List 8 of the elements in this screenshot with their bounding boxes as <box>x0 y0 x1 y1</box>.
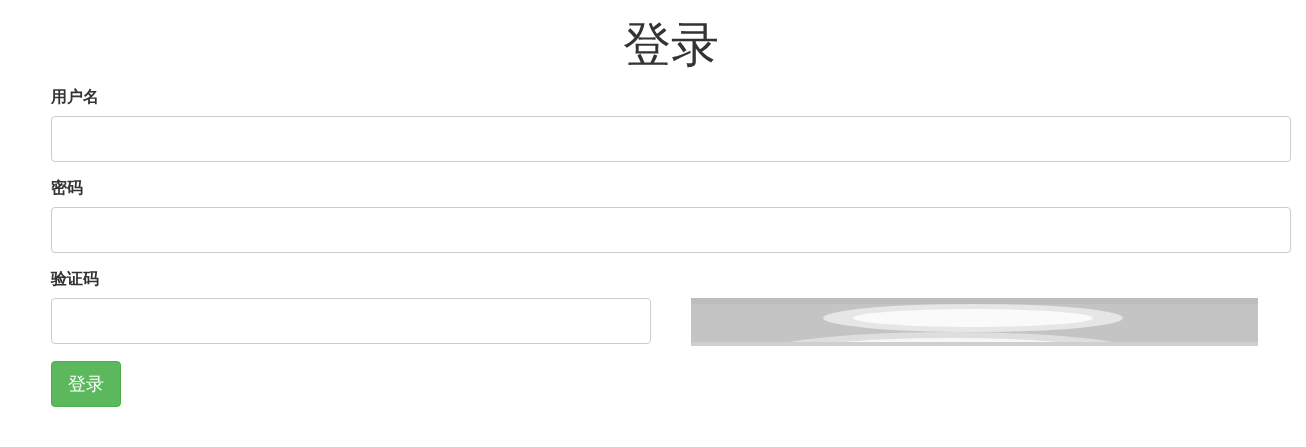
field-label: 验证码 <box>51 268 100 290</box>
input-field[interactable] <box>51 207 1291 253</box>
login-button[interactable]: 登录 <box>51 361 121 407</box>
field-label: 用户名 <box>51 86 100 108</box>
input-field[interactable] <box>51 298 651 344</box>
field-label: 密码 <box>51 177 84 199</box>
input-field[interactable] <box>51 116 1291 162</box>
page-title: 登录 <box>622 15 720 74</box>
